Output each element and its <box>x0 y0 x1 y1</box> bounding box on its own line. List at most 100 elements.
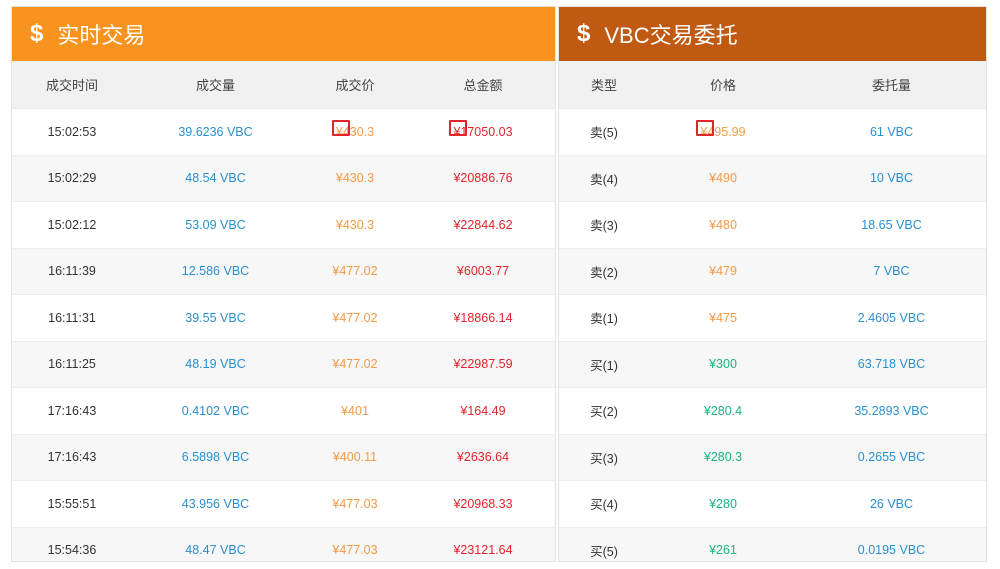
trade-volume: 0.4102 VBC <box>132 387 299 435</box>
order-type-text: 卖(3) <box>590 219 618 234</box>
order-type-text: 买(1) <box>590 358 618 373</box>
vbc-orders-header: $ VBC交易委托 <box>559 7 986 61</box>
order-amount-text: 0.0195 VBC <box>857 543 926 558</box>
trade-time: 16:11:31 <box>12 294 132 342</box>
order-row: 买(3) ¥280.3 0.2655 VBC <box>559 434 986 481</box>
order-row: 买(5) ¥261 0.0195 VBC <box>559 527 986 561</box>
trade-time: 16:11:39 <box>12 248 132 295</box>
order-amount: 0.0195 VBC <box>797 527 986 561</box>
trade-row: 16:11:39 12.586 VBC ¥477.02 ¥6003.77 <box>12 248 555 295</box>
trade-volume-text: 53.09 VBC <box>185 217 246 232</box>
trade-volume-text: 39.55 VBC <box>185 310 246 325</box>
order-amount-text: 35.2893 VBC <box>854 403 929 418</box>
trade-total-text: ¥2636.64 <box>456 450 510 465</box>
trade-price-text: ¥477.03 <box>332 496 378 511</box>
trade-total-text: ¥22844.62 <box>453 217 513 232</box>
trade-total: ¥6003.77 <box>411 248 555 295</box>
trade-price-text: ¥477.02 <box>332 310 378 325</box>
trade-time-text: 16:11:31 <box>48 310 96 325</box>
trade-volume: 12.586 VBC <box>132 248 299 295</box>
order-price: ¥495.99 <box>649 108 797 156</box>
trade-price: ¥477.02 <box>299 248 411 295</box>
trade-total-text: ¥23121.64 <box>453 543 513 558</box>
trade-price-text: ¥430.3 <box>331 119 375 139</box>
trade-volume-text: 0.4102 VBC <box>181 403 250 418</box>
trade-price-text: ¥430.3 <box>335 217 375 232</box>
trade-total-text: ¥17050.03 <box>449 119 513 139</box>
trade-price: ¥430.3 <box>299 155 411 202</box>
order-type-text: 卖(4) <box>590 172 618 187</box>
vbc-orders-title: VBC交易委托 <box>604 23 738 48</box>
trade-row: 15:02:29 48.54 VBC ¥430.3 ¥20886.76 <box>12 155 555 202</box>
trade-row: 15:02:12 53.09 VBC ¥430.3 ¥22844.62 <box>12 201 555 249</box>
trade-price: ¥430.3 <box>299 108 411 156</box>
trade-total: ¥18866.14 <box>411 294 555 342</box>
trade-row: 16:11:25 48.19 VBC ¥477.02 ¥22987.59 <box>12 341 555 388</box>
realtime-trades-header: $ 实时交易 <box>12 7 555 61</box>
trade-row: 15:55:51 43.956 VBC ¥477.03 ¥20968.33 <box>12 480 555 528</box>
order-price: ¥300 <box>649 341 797 388</box>
trade-volume-text: 43.956 VBC <box>181 496 250 511</box>
trade-price-text: ¥477.02 <box>332 357 378 372</box>
trade-price: ¥400.11 <box>299 434 411 481</box>
trade-volume-text: 12.586 VBC <box>181 264 250 279</box>
order-type-text: 卖(5) <box>590 126 618 141</box>
trade-volume: 48.19 VBC <box>132 341 299 388</box>
dollar-icon: $ <box>30 20 44 47</box>
order-price-text: ¥280 <box>709 496 737 511</box>
order-price-text: ¥280.4 <box>703 403 743 418</box>
order-row: 卖(3) ¥480 18.65 VBC <box>559 201 986 249</box>
trade-volume-text: 48.19 VBC <box>185 357 246 372</box>
trade-price-text: ¥401 <box>341 403 369 418</box>
trade-total-text: ¥20968.33 <box>453 496 513 511</box>
order-price: ¥490 <box>649 155 797 202</box>
trade-volume: 39.55 VBC <box>132 294 299 342</box>
trade-price: ¥477.03 <box>299 480 411 528</box>
trade-volume: 48.54 VBC <box>132 155 299 202</box>
trade-time: 15:55:51 <box>12 480 132 528</box>
trade-price: ¥477.02 <box>299 341 411 388</box>
trade-volume-text: 6.5898 VBC <box>181 450 250 465</box>
trade-volume: 43.956 VBC <box>132 480 299 528</box>
col-header-order-amount: 委托量 <box>797 61 986 109</box>
order-price-text: ¥280.3 <box>703 450 743 465</box>
trade-volume: 53.09 VBC <box>132 201 299 249</box>
trade-time: 15:02:29 <box>12 155 132 202</box>
trade-time-text: 15:02:53 <box>47 124 97 139</box>
trade-total: ¥23121.64 <box>411 527 555 561</box>
order-type-text: 买(3) <box>590 451 618 466</box>
trade-volume: 6.5898 VBC <box>132 434 299 481</box>
order-type: 卖(4) <box>559 155 649 202</box>
order-type-text: 买(2) <box>590 405 618 420</box>
order-type: 买(1) <box>559 341 649 388</box>
order-amount: 0.2655 VBC <box>797 434 986 481</box>
order-price-text: ¥475 <box>709 310 737 325</box>
trade-volume: 39.6236 VBC <box>132 108 299 156</box>
order-type: 买(2) <box>559 387 649 435</box>
trade-volume-text: 48.54 VBC <box>185 171 246 186</box>
trade-total: ¥20968.33 <box>411 480 555 528</box>
order-amount: 26 VBC <box>797 480 986 528</box>
trade-time: 15:02:53 <box>12 108 132 156</box>
trade-total-text: ¥18866.14 <box>453 310 513 325</box>
trade-total: ¥22844.62 <box>411 201 555 249</box>
order-amount: 18.65 VBC <box>797 201 986 249</box>
order-amount-text: 0.2655 VBC <box>857 450 926 465</box>
trade-row: 15:54:36 48.47 VBC ¥477.03 ¥23121.64 <box>12 527 555 561</box>
col-header-price: 成交价 <box>299 61 411 109</box>
trade-time-text: 17:16:43 <box>47 450 97 465</box>
order-type: 卖(1) <box>559 294 649 342</box>
order-row: 买(4) ¥280 26 VBC <box>559 480 986 528</box>
order-amount: 2.4605 VBC <box>797 294 986 342</box>
realtime-trades-panel: $ 实时交易 成交时间 成交量 成交价 总金额 15:02:53 39.6236 … <box>11 6 556 562</box>
order-amount-text: 18.65 VBC <box>861 217 922 232</box>
order-type: 卖(2) <box>559 248 649 295</box>
order-row: 卖(5) ¥495.99 61 VBC <box>559 108 986 156</box>
trade-price: ¥430.3 <box>299 201 411 249</box>
order-price: ¥261 <box>649 527 797 561</box>
trade-price-text: ¥477.02 <box>332 264 378 279</box>
trade-time: 17:16:43 <box>12 387 132 435</box>
page: $ 实时交易 成交时间 成交量 成交价 总金额 15:02:53 39.6236 … <box>0 0 1000 569</box>
order-price-text: ¥490 <box>709 171 737 186</box>
order-row: 卖(4) ¥490 10 VBC <box>559 155 986 202</box>
